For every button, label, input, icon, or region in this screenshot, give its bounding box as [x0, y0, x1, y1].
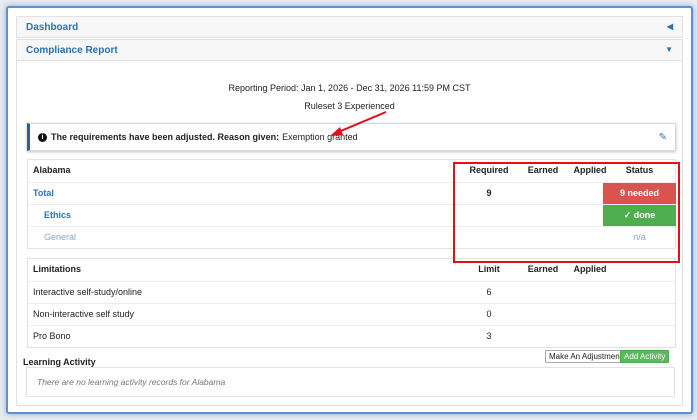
dashboard-panel-header[interactable]: Dashboard ◀ — [16, 16, 683, 38]
table-row: Pro Bono 3 — [28, 325, 675, 347]
table-row: General n/a — [28, 226, 675, 248]
limitation-value: 0 — [486, 309, 492, 319]
status-badge: 9 needed — [603, 183, 676, 204]
limitation-value: 3 — [486, 331, 492, 341]
table-row: Interactive self-study/online 6 — [28, 281, 675, 303]
notice-reason: Exemption granted — [282, 132, 358, 142]
total-link[interactable]: Total — [33, 183, 54, 204]
learning-activity-title: Learning Activity — [23, 357, 96, 367]
status-heading: Status — [625, 165, 654, 175]
limitations-heading: Limitations — [33, 264, 82, 274]
limitations-header-row: Limitations Limit Earned Applied — [28, 259, 675, 281]
earned-heading: Earned — [527, 264, 559, 274]
add-activity-button[interactable]: Add Activity — [620, 350, 670, 363]
notice-bold-text: The requirements have been adjusted. Rea… — [51, 132, 280, 142]
limit-heading: Limit — [478, 264, 500, 274]
adjustment-notice: i The requirements have been adjusted. R… — [27, 123, 676, 151]
empty-activity-message: There are no learning activity records f… — [26, 367, 675, 397]
table-row: Ethics ✓ done — [28, 204, 676, 226]
browser-frame: Dashboard ◀ Compliance Report ▼ Reportin… — [6, 6, 693, 414]
ethics-link[interactable]: Ethics — [44, 205, 71, 226]
limitation-label: Non-interactive self study — [33, 309, 135, 319]
earned-heading: Earned — [527, 165, 559, 175]
applied-heading: Applied — [573, 264, 607, 274]
info-icon: i — [38, 132, 47, 142]
required-heading: Required — [469, 165, 509, 175]
table-row: Non-interactive self study 0 — [28, 303, 675, 325]
reporting-period: Reporting Period: Jan 1, 2026 - Dec 31, … — [228, 83, 471, 93]
limitation-label: Pro Bono — [33, 331, 71, 341]
make-adjustment-button[interactable]: Make An Adjustment — [545, 350, 626, 363]
compliance-title: Compliance Report — [26, 44, 118, 56]
dashboard-title: Dashboard — [26, 21, 79, 33]
table-row: Total 9 9 needed — [28, 182, 676, 204]
state-heading: Alabama — [33, 165, 71, 175]
caret-left-icon[interactable]: ◀ — [667, 22, 673, 31]
status-badge: ✓ done — [603, 205, 676, 226]
limitations-table: Limitations Limit Earned Applied Interac… — [27, 258, 676, 348]
pencil-icon[interactable]: ✎ — [659, 132, 667, 143]
limitation-label: Interactive self-study/online — [33, 287, 143, 297]
total-required: 9 — [486, 188, 492, 198]
compliance-panel-header[interactable]: Compliance Report ▼ — [16, 39, 683, 61]
limitation-value: 6 — [486, 287, 492, 297]
general-link[interactable]: General — [44, 227, 76, 248]
caret-down-icon[interactable]: ▼ — [665, 45, 673, 54]
requirements-header-row: Alabama Required Earned Applied Status — [28, 160, 675, 182]
ruleset-label: Ruleset 3 Experienced — [304, 101, 395, 111]
requirements-table: Alabama Required Earned Applied Status T… — [27, 159, 676, 249]
status-na: n/a — [633, 232, 646, 242]
